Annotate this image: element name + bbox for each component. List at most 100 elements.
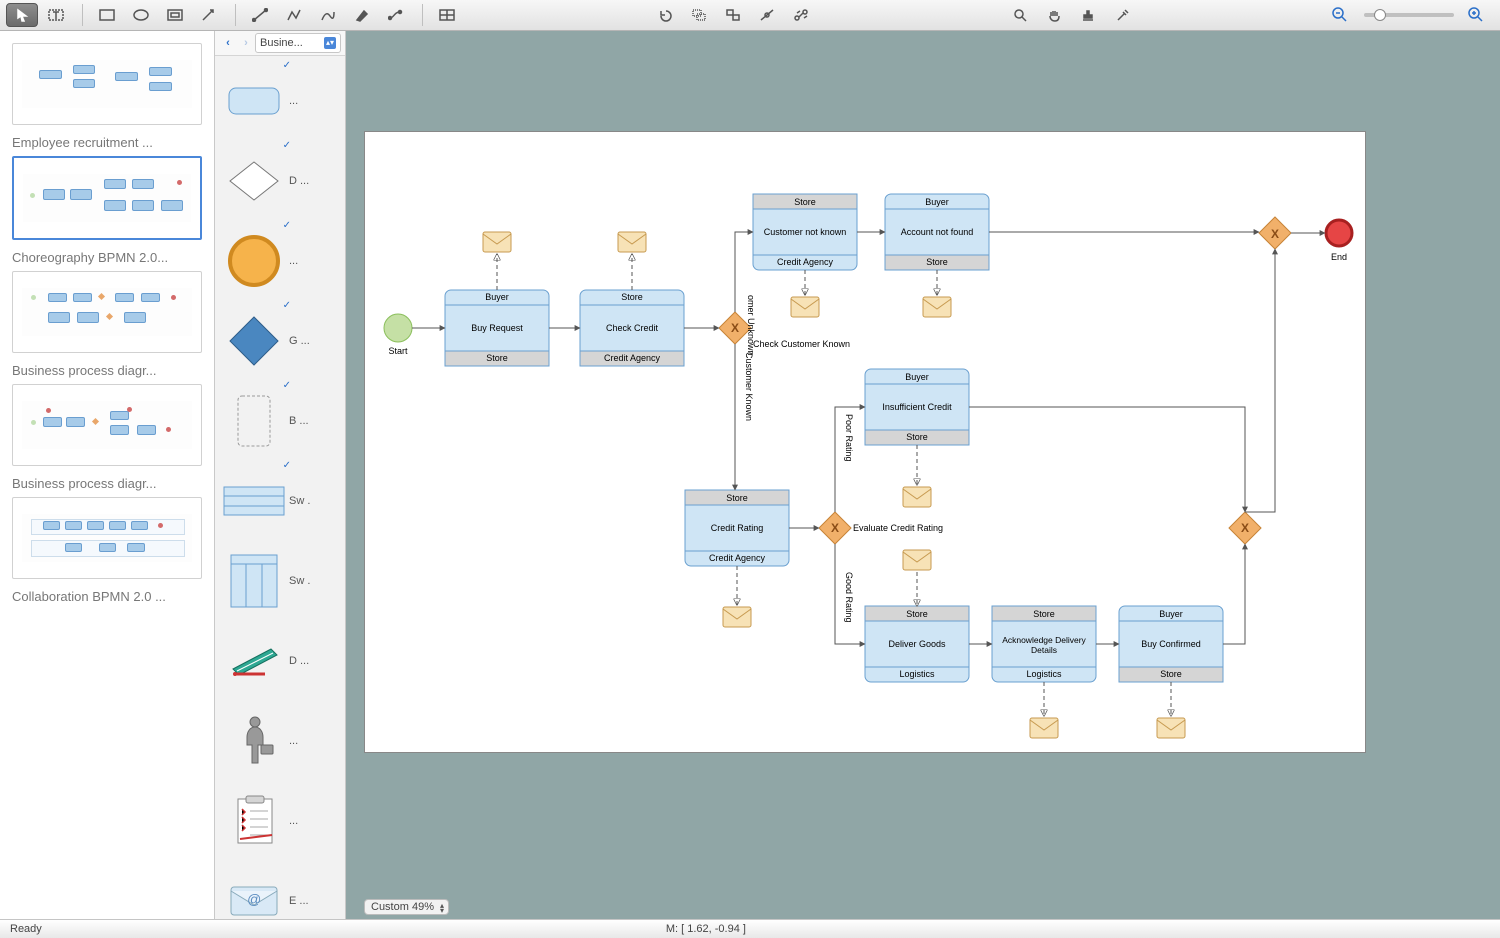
envelope-icon bbox=[618, 232, 646, 252]
hand-tool-button[interactable] bbox=[1038, 3, 1070, 27]
shape-circle[interactable] bbox=[219, 230, 289, 292]
task-check-credit[interactable]: Store Check Credit Credit Agency bbox=[580, 290, 684, 366]
zoom-level-dropdown[interactable]: Custom 49% ▴▾ bbox=[364, 899, 449, 915]
page-thumbnail[interactable] bbox=[12, 43, 202, 125]
svg-text:Buyer: Buyer bbox=[925, 197, 949, 207]
start-label: Start bbox=[388, 346, 408, 356]
task-credit-rating[interactable]: Store Credit Rating Credit Agency bbox=[685, 490, 789, 566]
task-buy-confirmed[interactable]: Buyer Buy Confirmed Store bbox=[1119, 606, 1223, 682]
shapes-back-button[interactable]: ‹ bbox=[219, 34, 237, 52]
gateway-merge-lower[interactable]: X bbox=[1229, 512, 1261, 544]
routing-tool-button[interactable] bbox=[785, 3, 817, 27]
svg-text:X: X bbox=[731, 321, 739, 335]
rectangle-tool-button[interactable] bbox=[91, 3, 123, 27]
page-thumbnail[interactable] bbox=[12, 497, 202, 579]
svg-text:omer Unknown: omer Unknown bbox=[746, 295, 756, 356]
shape-diamond[interactable] bbox=[219, 150, 289, 212]
stamp-tool-button[interactable] bbox=[1072, 3, 1104, 27]
connector-tool-button[interactable] bbox=[380, 3, 412, 27]
curve-tool-button[interactable] bbox=[312, 3, 344, 27]
task-customer-not-known[interactable]: Store Customer not known Credit Agency bbox=[753, 194, 857, 270]
task-insufficient-credit[interactable]: Buyer Insufficient Credit Store bbox=[865, 369, 969, 445]
svg-text:Buyer: Buyer bbox=[1159, 609, 1183, 619]
shape-gateway[interactable] bbox=[219, 310, 289, 372]
task-account-not-found[interactable]: Buyer Account not found Store bbox=[885, 194, 989, 270]
pen-tool-button[interactable] bbox=[346, 3, 378, 27]
page-label: Employee recruitment ... bbox=[12, 135, 202, 150]
gateway-check-customer-known[interactable]: X Check Customer Known bbox=[719, 312, 850, 349]
svg-text:Logistics: Logistics bbox=[899, 669, 935, 679]
zoom-slider[interactable] bbox=[1364, 13, 1454, 17]
svg-text:Buyer: Buyer bbox=[485, 292, 509, 302]
toolbar-separator bbox=[422, 4, 423, 26]
shape-checklist[interactable] bbox=[219, 790, 289, 852]
svg-text:Store: Store bbox=[906, 432, 928, 442]
shape-label: E ... bbox=[289, 895, 319, 907]
shapes-panel: ‹ › Busine... ▴▾ ✓ ... ✓ D ... ✓ ... ✓ G bbox=[215, 31, 346, 919]
status-bar: Ready M: [ 1.62, -0.94 ] bbox=[0, 919, 1500, 938]
shape-swimlane-h[interactable] bbox=[219, 470, 289, 532]
page-thumbnail[interactable] bbox=[12, 384, 202, 466]
diagram-canvas[interactable]: Start Buyer Buy Request Store Store bbox=[364, 131, 1366, 753]
shape-label: ... bbox=[289, 815, 319, 827]
page-label: Business process diagr... bbox=[12, 476, 202, 491]
text-tool-button[interactable] bbox=[40, 3, 72, 27]
svg-text:Buy Request: Buy Request bbox=[471, 323, 523, 333]
svg-text:Check Customer Known: Check Customer Known bbox=[753, 339, 850, 349]
svg-text:Store: Store bbox=[794, 197, 816, 207]
gateway-merge-upper[interactable]: X bbox=[1259, 217, 1291, 249]
eyedropper-tool-button[interactable] bbox=[1106, 3, 1138, 27]
svg-text:Store: Store bbox=[621, 292, 643, 302]
shape-label: ... bbox=[289, 735, 319, 747]
svg-text:Poor Rating: Poor Rating bbox=[844, 414, 854, 462]
envelope-icon bbox=[903, 550, 931, 570]
shape-bounds[interactable] bbox=[219, 390, 289, 452]
svg-text:Customer Known: Customer Known bbox=[744, 352, 754, 421]
shape-swimlane-v[interactable] bbox=[219, 550, 289, 612]
start-event[interactable] bbox=[384, 314, 412, 342]
envelope-icon bbox=[1157, 718, 1185, 738]
svg-text:Store: Store bbox=[926, 257, 948, 267]
ungroup-tool-button[interactable] bbox=[717, 3, 749, 27]
connect-tool-button[interactable] bbox=[751, 3, 783, 27]
insert-tool-button[interactable] bbox=[431, 3, 463, 27]
svg-text:Evaluate Credit Rating: Evaluate Credit Rating bbox=[853, 523, 943, 533]
gateway-evaluate-credit-rating[interactable]: X Evaluate Credit Rating bbox=[819, 512, 943, 544]
status-coords: M: [ 1.62, -0.94 ] bbox=[666, 923, 746, 935]
svg-text:Customer not known: Customer not known bbox=[764, 227, 847, 237]
shape-label: G ... bbox=[289, 335, 319, 347]
zoom-out-button[interactable] bbox=[1324, 3, 1356, 27]
shape-rounded-rect[interactable] bbox=[219, 70, 289, 132]
shape-actor[interactable] bbox=[219, 710, 289, 772]
search-button[interactable] bbox=[1004, 3, 1036, 27]
shape-label: ... bbox=[289, 95, 319, 107]
undo-step-button[interactable] bbox=[649, 3, 681, 27]
svg-text:Credit Agency: Credit Agency bbox=[777, 257, 834, 267]
task-ack-delivery[interactable]: Store Acknowledge Delivery Details Logis… bbox=[992, 606, 1096, 682]
polyline-tool-button[interactable] bbox=[278, 3, 310, 27]
arrow-tool-button[interactable] bbox=[193, 3, 225, 27]
select-tool-button[interactable] bbox=[6, 3, 38, 27]
group-tool-button[interactable] bbox=[683, 3, 715, 27]
page-thumbnail[interactable] bbox=[12, 271, 202, 353]
box-tool-button[interactable] bbox=[159, 3, 191, 27]
task-buy-request[interactable]: Buyer Buy Request Store bbox=[445, 290, 549, 366]
end-event[interactable] bbox=[1326, 220, 1352, 246]
line-tool-button[interactable] bbox=[244, 3, 276, 27]
status-ready: Ready bbox=[10, 923, 42, 935]
zoom-slider-thumb[interactable] bbox=[1374, 9, 1386, 21]
ellipse-tool-button[interactable] bbox=[125, 3, 157, 27]
task-deliver-goods[interactable]: Store Deliver Goods Logistics bbox=[865, 606, 969, 682]
top-toolbar bbox=[0, 0, 1500, 31]
canvas-area[interactable]: Start Buyer Buy Request Store Store bbox=[346, 31, 1500, 919]
shapes-category-dropdown[interactable]: Busine... ▴▾ bbox=[255, 33, 341, 53]
svg-text:Store: Store bbox=[726, 493, 748, 503]
page-thumbnail[interactable] bbox=[12, 156, 202, 240]
shape-email[interactable]: @ bbox=[219, 870, 289, 919]
envelope-icon bbox=[903, 487, 931, 507]
svg-text:Logistics: Logistics bbox=[1026, 669, 1062, 679]
zoom-in-button[interactable] bbox=[1460, 3, 1492, 27]
shapes-forward-button[interactable]: › bbox=[237, 34, 255, 52]
shape-book[interactable] bbox=[219, 630, 289, 692]
toolbar-separator bbox=[235, 4, 236, 26]
